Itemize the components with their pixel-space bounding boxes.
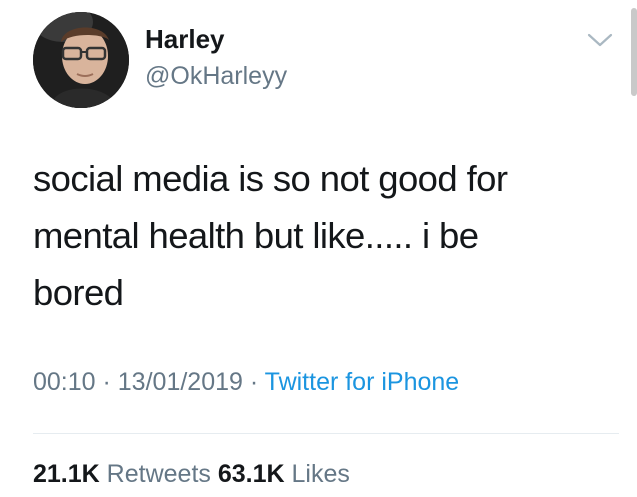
tweet-date[interactable]: 13/01/2019	[118, 368, 243, 396]
likes-count[interactable]: 63.1K	[218, 460, 285, 488]
tweet-text-line: mental health but like..... i be	[33, 215, 479, 256]
tweet-source-link[interactable]: Twitter for iPhone	[265, 368, 460, 396]
tweet-stats: 21.1K Retweets 63.1K Likes	[33, 460, 350, 489]
tweet-text-line: bored	[33, 272, 124, 313]
tweet-time[interactable]: 00:10	[33, 368, 96, 396]
retweets-label[interactable]: Retweets	[107, 460, 211, 488]
user-handle[interactable]: @OkHarleyy	[145, 62, 287, 91]
tweet-text: social media is so not good for mental h…	[33, 150, 593, 321]
display-name[interactable]: Harley	[145, 24, 225, 55]
tweet-meta: 00:10 · 13/01/2019 · Twitter for iPhone	[33, 368, 459, 397]
meta-separator: ·	[242, 368, 265, 396]
avatar-photo	[33, 12, 129, 108]
chevron-down-icon[interactable]	[586, 30, 614, 50]
scrollbar[interactable]	[631, 8, 637, 96]
avatar[interactable]	[33, 12, 129, 108]
divider	[33, 433, 619, 434]
likes-label[interactable]: Likes	[292, 460, 350, 488]
tweet-text-line: social media is so not good for	[33, 158, 508, 199]
retweets-count[interactable]: 21.1K	[33, 460, 100, 488]
meta-separator: ·	[95, 368, 118, 396]
